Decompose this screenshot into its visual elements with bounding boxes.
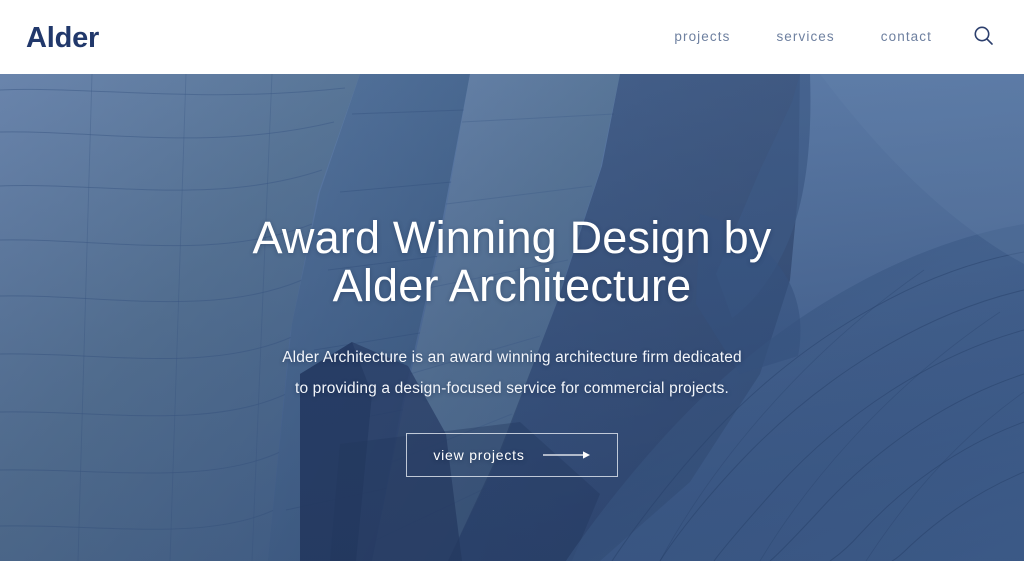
hero-content: Award Winning Design by Alder Architectu…: [0, 74, 1024, 561]
site-logo[interactable]: Alder: [26, 22, 99, 53]
nav-link-contact[interactable]: contact: [858, 24, 955, 50]
hero-subtitle-line-2: to providing a design-focused service fo…: [294, 379, 729, 397]
view-projects-button[interactable]: view projects: [406, 432, 618, 477]
nav-link-services[interactable]: services: [753, 24, 857, 50]
search-icon: [973, 25, 994, 49]
hero-section: Award Winning Design by Alder Architectu…: [0, 74, 1024, 561]
search-button[interactable]: [955, 21, 998, 53]
arrow-right-icon: [542, 450, 593, 460]
hero-subtitle: Alder Architecture is an award winning a…: [282, 343, 742, 403]
hero-headline-line-2: Alder Architecture: [332, 260, 692, 312]
hero-subtitle-line-1: Alder Architecture is an award winning a…: [282, 349, 742, 367]
view-projects-label: view projects: [433, 446, 525, 463]
landing-page: Alder projects services contact Award Wi…: [0, 0, 1024, 561]
site-header: Alder projects services contact: [0, 0, 1024, 74]
hero-headline: Award Winning Design by Alder Architectu…: [252, 212, 772, 312]
main-navigation: projects services contact: [651, 21, 998, 53]
nav-link-projects[interactable]: projects: [651, 24, 753, 50]
hero-headline-line-1: Award Winning Design by: [252, 212, 772, 263]
